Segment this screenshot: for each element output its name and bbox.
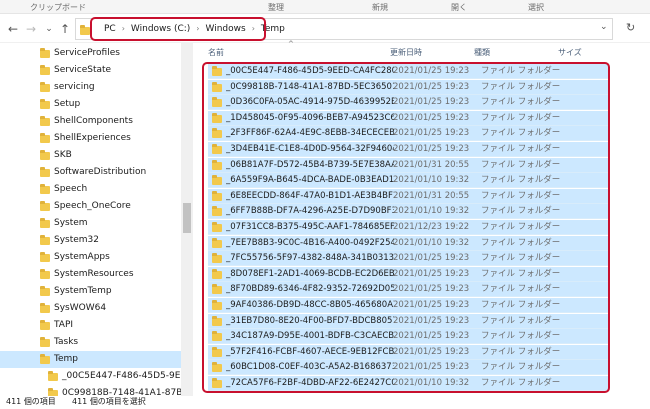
tree-item-label: System32	[54, 235, 100, 245]
back-arrow-icon[interactable]: ←	[6, 21, 20, 37]
tree-item[interactable]: SysWOW64	[0, 300, 181, 317]
tree-item[interactable]: TAPI	[0, 317, 181, 334]
tree-item-label: Temp	[54, 354, 78, 364]
folder-icon	[40, 235, 50, 245]
tree-item-label: TAPI	[54, 320, 74, 330]
tree-item-label: servicing	[54, 82, 95, 92]
tree-item-label: ShellComponents	[54, 116, 133, 126]
tree-item[interactable]: ServiceState	[0, 62, 181, 79]
tree-item[interactable]: Temp	[0, 351, 181, 368]
tree-item[interactable]: Setup	[0, 96, 181, 113]
forward-arrow-icon[interactable]: →	[24, 21, 38, 37]
ribbon-group-new: 新規	[372, 3, 388, 12]
navigation-pane[interactable]: ServiceProfiles ServiceState servicing Setu…	[0, 43, 193, 396]
folder-icon	[40, 150, 50, 160]
folder-icon	[40, 218, 50, 228]
column-type[interactable]: 種類	[474, 47, 490, 58]
column-header: 名前 更新日時 種類 サイズ	[200, 43, 650, 61]
tree-item-label: SoftwareDistribution	[54, 167, 147, 177]
folder-icon	[40, 82, 50, 92]
tree-item[interactable]: System32	[0, 232, 181, 249]
tree-item-label: SysWOW64	[54, 303, 107, 313]
tree-item[interactable]: 0C99818B-7148-41A1-87BD-5EC	[0, 385, 181, 396]
folder-icon	[40, 133, 50, 143]
tree-item[interactable]: _00C5E447-F486-45D5-9EED-CA4	[0, 368, 181, 385]
folder-icon	[40, 99, 50, 109]
tree-item-label: ShellExperiences	[54, 133, 131, 143]
folder-icon	[40, 320, 50, 330]
column-size[interactable]: サイズ	[558, 47, 582, 58]
folder-icon	[40, 337, 50, 347]
folder-icon	[40, 116, 50, 126]
column-name[interactable]: 名前	[208, 47, 224, 58]
tree-item[interactable]: Speech	[0, 181, 181, 198]
status-bar: 411 個の項目 411 個の項目を選択	[0, 396, 650, 409]
folder-icon	[40, 286, 50, 296]
folder-icon	[40, 48, 50, 58]
tree-item-label: _00C5E447-F486-45D5-9EED-CA4	[62, 371, 181, 381]
folder-icon	[40, 303, 50, 313]
folder-icon	[80, 25, 90, 35]
folder-icon	[40, 65, 50, 75]
folder-icon	[40, 201, 50, 211]
scrollbar-thumb[interactable]	[183, 203, 191, 233]
tree-item[interactable]: SystemTemp	[0, 283, 181, 300]
tree-item[interactable]: ShellComponents	[0, 113, 181, 130]
address-dropdown-icon[interactable]: ⌄	[600, 22, 608, 32]
status-item-count: 411 個の項目	[6, 397, 56, 406]
folder-icon	[40, 167, 50, 177]
tree-item[interactable]: Tasks	[0, 334, 181, 351]
ribbon-group-clipboard: クリップボード	[30, 3, 86, 12]
tree-item[interactable]: Speech_OneCore	[0, 198, 181, 215]
tree-item-label: Speech	[54, 184, 88, 194]
tree-item-label: SKB	[54, 150, 72, 160]
tree-item-label: Setup	[54, 99, 81, 109]
recent-locations-icon[interactable]: ⌄	[42, 21, 56, 37]
folder-icon	[48, 371, 58, 381]
tree-item[interactable]: SystemResources	[0, 266, 181, 283]
tree-item[interactable]: System	[0, 215, 181, 232]
file-list-highlight-frame	[202, 62, 610, 393]
navigation-scrollbar[interactable]	[181, 43, 193, 396]
column-date[interactable]: 更新日時	[390, 47, 422, 58]
up-arrow-icon[interactable]: ↑	[58, 21, 72, 37]
tree-item-label: Speech_OneCore	[54, 201, 131, 211]
tree-item-label: System	[54, 218, 88, 228]
tree-item-label: Tasks	[54, 337, 79, 347]
ribbon-group-labels: クリップボード 整理 新規 開く 選択	[0, 0, 650, 14]
refresh-icon[interactable]: ↻	[626, 21, 635, 34]
folder-icon	[40, 354, 50, 364]
tree-item-label: ServiceProfiles	[54, 48, 120, 58]
ribbon-group-open: 開く	[451, 3, 467, 12]
tree-item[interactable]: ServiceProfiles	[0, 45, 181, 62]
folder-icon	[40, 184, 50, 194]
ribbon-group-select: 選択	[528, 3, 544, 12]
status-selected-count: 411 個の項目を選択	[72, 397, 146, 406]
folder-icon	[40, 269, 50, 279]
tree-item-label: 0C99818B-7148-41A1-87BD-5EC	[62, 388, 181, 396]
tree-item-label: SystemTemp	[54, 286, 112, 296]
tree-item[interactable]: SystemApps	[0, 249, 181, 266]
tree-item[interactable]: SoftwareDistribution	[0, 164, 181, 181]
breadcrumb-highlight-frame	[90, 17, 266, 41]
tree-item-label: ServiceState	[54, 65, 112, 75]
tree-item[interactable]: ShellExperiences	[0, 130, 181, 147]
folder-icon	[40, 252, 50, 262]
tree-item[interactable]: servicing	[0, 79, 181, 96]
tree-item-label: SystemApps	[54, 252, 110, 262]
ribbon-group-organize: 整理	[268, 3, 284, 12]
tree-item-label: SystemResources	[54, 269, 134, 279]
tree-item[interactable]: SKB	[0, 147, 181, 164]
